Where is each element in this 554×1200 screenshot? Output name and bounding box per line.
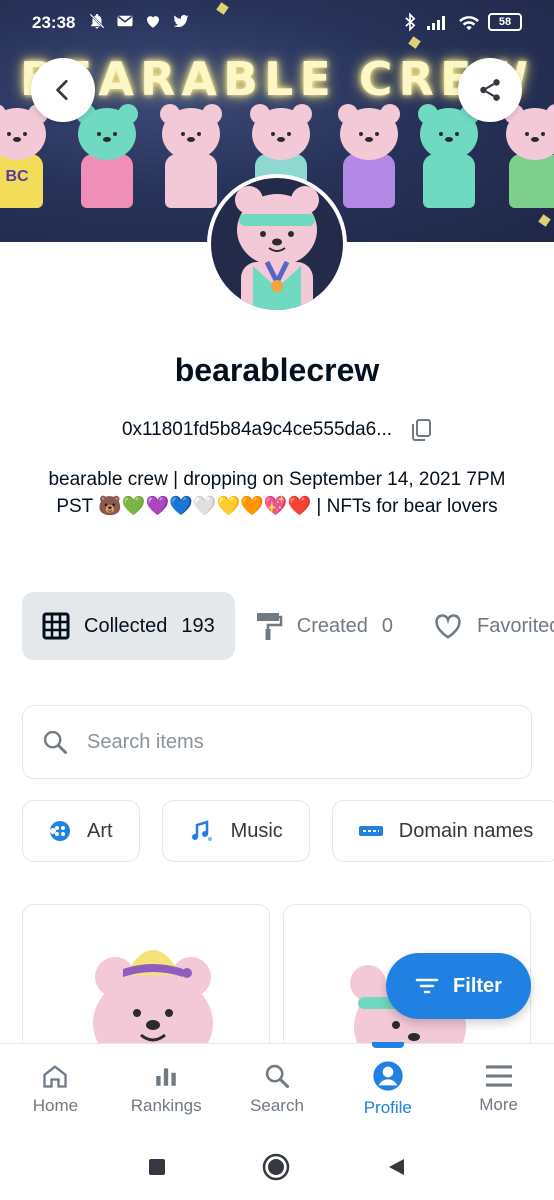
system-navigation-bar — [0, 1133, 554, 1200]
chip-label: Art — [87, 819, 113, 842]
art-icon — [50, 821, 70, 841]
home-circle-icon[interactable] — [262, 1153, 290, 1181]
chip-music[interactable]: Music — [161, 800, 310, 862]
profile-avatar — [207, 174, 347, 314]
tab-collected[interactable]: Collected 193 — [22, 592, 235, 660]
menu-icon — [485, 1064, 512, 1087]
bottom-navigation: Home Rankings Search Profile More — [0, 1042, 554, 1133]
filter-button-label: Filter — [453, 974, 502, 997]
recent-apps-icon[interactable] — [148, 1158, 166, 1176]
domain-icon — [358, 826, 383, 836]
share-icon — [480, 79, 500, 101]
category-chips: Art Music Domain names — [22, 800, 554, 862]
tab-label: Collected — [84, 614, 168, 637]
chip-label: Domain names — [398, 819, 534, 842]
paint-roller-icon — [256, 613, 283, 640]
nav-label: Rankings — [130, 1095, 202, 1115]
back-button[interactable] — [31, 58, 95, 122]
profile-username: bearablecrew — [174, 352, 380, 388]
wallet-address-row: 0x11801fd5b84a9c4ce555da6... — [0, 418, 554, 442]
nav-home[interactable]: Home — [0, 1044, 111, 1133]
heart-outline-icon — [435, 614, 461, 639]
nav-label: Home — [32, 1095, 79, 1115]
status-bar: 23:38 58 — [0, 0, 554, 44]
bluetooth-icon — [405, 12, 416, 32]
filter-button[interactable]: Filter — [386, 953, 531, 1019]
nft-card[interactable] — [22, 904, 270, 1064]
chip-label: Music — [230, 819, 283, 842]
bear-illustration — [76, 104, 138, 208]
tab-favorited[interactable]: Favorited — [413, 592, 554, 660]
home-icon — [43, 1064, 68, 1088]
active-nav-indicator — [371, 1042, 404, 1048]
tab-count: 0 — [381, 614, 394, 637]
filter-icon — [415, 978, 439, 994]
tab-created[interactable]: Created 0 — [235, 592, 413, 660]
nav-rankings[interactable]: Rankings — [111, 1044, 222, 1133]
profile-tabs: Collected 193 Created 0 Favorited — [22, 592, 554, 660]
profile-icon — [373, 1060, 403, 1091]
share-button[interactable] — [458, 58, 522, 122]
nav-label: Search — [250, 1095, 304, 1115]
signal-icon — [427, 16, 445, 30]
twitter-icon — [173, 14, 189, 28]
bell-off-icon — [89, 13, 105, 29]
bear-avatar-illustration — [235, 186, 319, 310]
nav-label: More — [479, 1094, 518, 1114]
nav-label: Profile — [363, 1097, 412, 1117]
tab-label: Created — [296, 614, 368, 637]
bear-illustration — [418, 104, 480, 208]
tab-count: 193 — [181, 614, 215, 637]
nav-profile[interactable]: Profile — [332, 1042, 443, 1133]
back-triangle-icon[interactable] — [386, 1157, 406, 1177]
nft-thumbnail — [93, 950, 213, 1063]
mail-icon — [117, 15, 133, 27]
profile-bio: bearable crew | dropping on September 14… — [48, 469, 506, 517]
bear-illustration — [338, 104, 400, 208]
bar-chart-icon — [156, 1067, 176, 1086]
bear-illustration — [160, 104, 222, 208]
battery-indicator: 58 — [488, 13, 522, 31]
status-time: 23:38 — [32, 13, 76, 32]
music-icon — [191, 820, 212, 841]
bear-illustration: BC — [0, 104, 48, 208]
chevron-left-icon — [56, 79, 68, 101]
nav-more[interactable]: More — [443, 1044, 554, 1133]
chip-art[interactable]: Art — [22, 800, 140, 862]
search-items-field[interactable] — [22, 705, 532, 779]
tab-label: Favorited — [477, 614, 554, 637]
copy-icon[interactable] — [410, 418, 432, 442]
bear-illustration — [504, 104, 554, 208]
search-icon — [43, 730, 67, 754]
heart-icon — [147, 16, 159, 28]
search-icon — [265, 1064, 290, 1088]
wifi-icon — [459, 16, 479, 31]
wallet-address[interactable]: 0x11801fd5b84a9c4ce555da6... — [122, 419, 392, 441]
nav-search[interactable]: Search — [222, 1044, 333, 1133]
bear-badge: BC — [0, 154, 43, 208]
chip-domain-names[interactable]: Domain names — [331, 800, 554, 862]
search-input[interactable] — [87, 730, 467, 754]
grid-icon — [42, 612, 70, 640]
